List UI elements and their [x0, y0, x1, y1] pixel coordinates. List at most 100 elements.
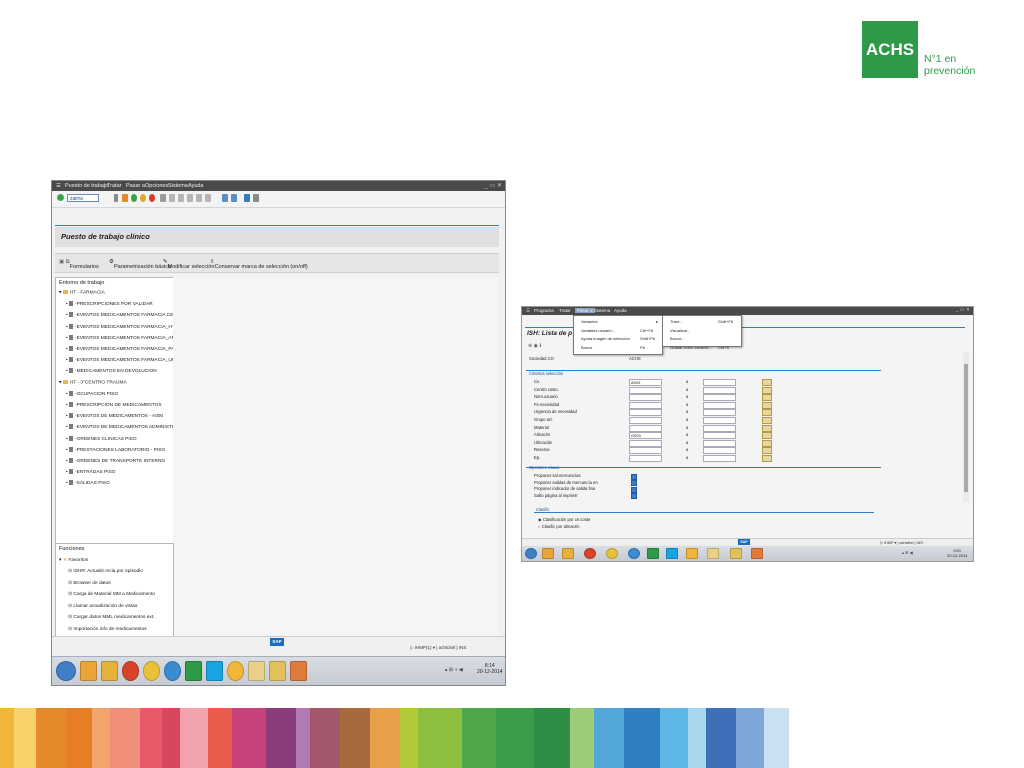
field-from-input[interactable]: [629, 394, 662, 402]
dropdown-item[interactable]: Ayuda imagen de selección: [581, 336, 630, 341]
new-session-icon[interactable]: [222, 194, 228, 202]
field-from-input[interactable]: [629, 386, 662, 394]
tray-icons[interactable]: ▴ ⊞ ◖ ◀: [445, 667, 463, 673]
tree-item[interactable]: • -SALIDAS PISO: [66, 480, 110, 486]
option-checkbox[interactable]: [631, 493, 637, 499]
tray-icons-2[interactable]: ▴ ⊞ ◀: [902, 550, 913, 555]
command-field[interactable]: zaims: [67, 194, 99, 202]
tree-folder[interactable]: ▾ HT - 3°CENTRO TRAUMA: [59, 379, 127, 385]
favorites-node[interactable]: ▾ ★ Favoritos: [59, 558, 88, 563]
outlook2-icon-2[interactable]: [686, 548, 698, 559]
formulario-button[interactable]: ▣ ⧉ Formularios: [59, 259, 99, 270]
exit-icon[interactable]: [140, 194, 146, 202]
function-item[interactable]: ⊙ Llamar actualización de vistas: [68, 604, 137, 609]
tree-item[interactable]: • -ENTRADAS PISO: [66, 469, 116, 475]
sap-menu-icon[interactable]: ☰: [56, 183, 61, 189]
tree-item[interactable]: • -OCUPACION PISO: [66, 390, 118, 397]
menu-sistema[interactable]: Sistema: [168, 183, 188, 189]
menu-ayuda-2[interactable]: Ayuda: [614, 308, 627, 313]
tree-item[interactable]: • -EVENTOS MEDICAMENTOS FARMACIA_UPC: [66, 357, 179, 363]
tree-item[interactable]: • -EVENTOS MEDICAMENTOS FARMACIA_PABELL: [66, 346, 186, 352]
prev-page-icon[interactable]: [187, 194, 193, 202]
field-from-input[interactable]: [629, 424, 662, 432]
keep-selection-button[interactable]: ⇧ Conservar marca de selección (on/off): [210, 259, 308, 270]
multiple-selection-icon[interactable]: [762, 439, 772, 447]
dropdown-item[interactable]: Variantes: [581, 319, 598, 324]
submenu-item[interactable]: Visualizar...: [670, 328, 690, 333]
menu-tratar[interactable]: Tratar: [107, 183, 121, 189]
find-icon[interactable]: [169, 194, 175, 202]
save-icon[interactable]: [122, 194, 128, 202]
submenu-item[interactable]: Grabar como variante...: [670, 345, 712, 350]
field-to-input[interactable]: [703, 424, 736, 432]
tree-folder[interactable]: ▾ HT - FARMACIA: [59, 290, 105, 295]
system-info[interactable]: ▷ IHMP(1) ▾ | achtcitel | INS: [410, 645, 466, 651]
sap-menu-icon-2[interactable]: ☰: [526, 308, 530, 314]
outlook-icon[interactable]: [101, 661, 118, 681]
first-page-icon[interactable]: [178, 194, 184, 202]
field-from-input[interactable]: [629, 409, 662, 417]
field-to-input[interactable]: [703, 455, 736, 462]
help-icon[interactable]: [244, 194, 250, 202]
field-to-input[interactable]: [703, 394, 736, 402]
field-from-input[interactable]: [629, 447, 662, 455]
tree-item[interactable]: • -PRESCRIPCIONES POR VALIDAR: [66, 301, 153, 307]
media-icon-2[interactable]: [730, 548, 742, 559]
function-item[interactable]: ⊙ Browser de datos: [68, 581, 111, 586]
field-from-input[interactable]: [629, 439, 662, 447]
submenu-item[interactable]: Borrar...: [670, 336, 684, 341]
tree-item[interactable]: • -ORDENES CLINICAS PISO: [66, 435, 137, 441]
option-checkbox[interactable]: [631, 473, 637, 480]
submenu-item[interactable]: Traer...: [670, 319, 683, 324]
function-item[interactable]: ⊙ ISHR: Actualiz.mcia.por episodio: [68, 569, 143, 574]
excel-icon[interactable]: [185, 661, 202, 681]
app-icon[interactable]: [122, 661, 139, 681]
back-icon[interactable]: [131, 194, 137, 202]
outlook2-icon[interactable]: [227, 661, 244, 681]
last-page-icon[interactable]: [205, 194, 211, 202]
field-from-input[interactable]: [629, 401, 662, 409]
notepad-icon-2[interactable]: [707, 548, 719, 559]
tree-item[interactable]: • -EVENTOS MEDICAMENTOS FARMACIA_AMB: [66, 334, 179, 341]
radio-costcenter[interactable]: ◉ Clasificación por ce.coste: [538, 517, 590, 522]
param-button[interactable]: ⚙ Parametrización básica: [109, 259, 171, 270]
chrome-icon-2[interactable]: [606, 548, 618, 559]
skype-icon-2[interactable]: [666, 548, 678, 559]
function-item[interactable]: ⊙ Carga de Material MM a Medicamento: [68, 592, 155, 597]
multiple-selection-icon[interactable]: [762, 379, 772, 386]
multiple-selection-icon[interactable]: [762, 386, 772, 394]
menu-programa[interactable]: Programa: [534, 308, 554, 313]
field-from-input[interactable]: A003: [629, 379, 662, 386]
system-info-2[interactable]: ▷ IHMP ▾ | achtcitel | INS: [880, 540, 923, 545]
powerpoint-icon-2[interactable]: [751, 548, 763, 559]
window-controls[interactable]: _ ▭ ✕: [485, 182, 502, 189]
vertical-scrollbar[interactable]: [963, 352, 969, 502]
ie-icon-2[interactable]: [628, 548, 640, 559]
tree-item[interactable]: • -EVENTOS DE MEDICAMENTOS - A000: [66, 413, 163, 419]
window-controls-2[interactable]: _ ▭ ✕: [956, 307, 970, 313]
field-to-input[interactable]: [703, 417, 736, 424]
shortcut-icon[interactable]: [231, 194, 237, 202]
multiple-selection-icon[interactable]: [762, 432, 772, 440]
multiple-selection-icon[interactable]: [762, 401, 772, 409]
option-checkbox[interactable]: [631, 480, 637, 486]
explorer-icon-2[interactable]: [542, 548, 554, 559]
function-item[interactable]: ⊙ Cargar datos MML medicamentos ext.: [68, 615, 155, 620]
field-from-input[interactable]: [629, 417, 662, 424]
menu-ayuda[interactable]: Ayuda: [188, 183, 204, 189]
multiple-selection-icon[interactable]: [762, 424, 772, 432]
menu-sistema-2[interactable]: Sistema: [594, 308, 610, 313]
cancel-icon[interactable]: [149, 194, 155, 202]
tree-item[interactable]: • -PRESTACIONES LABORATORIO - PISO: [66, 446, 165, 453]
field-to-input[interactable]: [703, 401, 736, 409]
explorer-icon[interactable]: [80, 661, 97, 681]
tree-item[interactable]: • -ORDENES DE TRANSPORTE INTERNO: [66, 458, 165, 464]
print-icon[interactable]: [160, 194, 166, 202]
tree-item[interactable]: • -MEDICAMENTOS EN DEVOLUCION: [66, 368, 157, 374]
field-to-input[interactable]: [703, 409, 736, 417]
field-to-input[interactable]: [703, 447, 736, 455]
field-to-input[interactable]: [703, 439, 736, 447]
layout-icon[interactable]: [253, 194, 259, 202]
modify-selection-button[interactable]: ✎ Modificar selección: [163, 259, 214, 270]
option-checkbox[interactable]: [631, 486, 637, 493]
